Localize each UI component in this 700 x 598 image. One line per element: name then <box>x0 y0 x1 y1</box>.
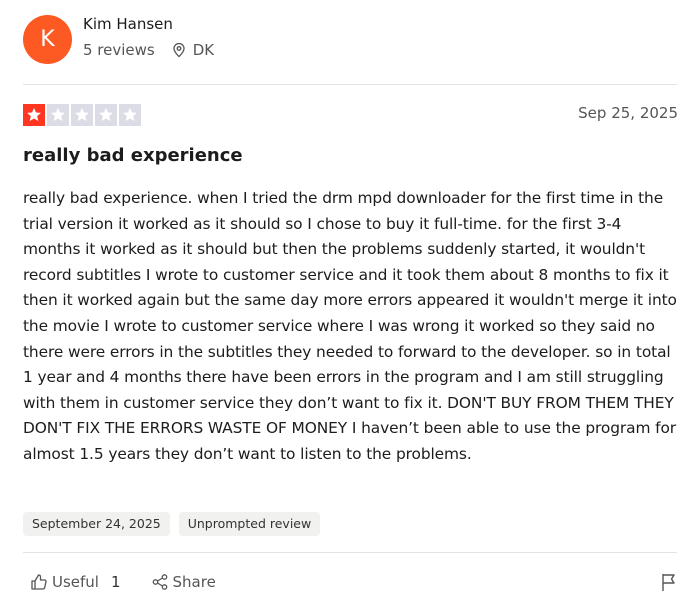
location-pin-icon <box>173 42 185 58</box>
review-tags: September 24, 2025 Unprompted review <box>23 512 329 536</box>
share-button[interactable]: Share <box>151 573 216 591</box>
star-empty <box>119 104 141 126</box>
star-empty <box>95 104 117 126</box>
thumbs-up-icon <box>31 574 47 590</box>
star-filled <box>23 104 45 126</box>
share-label: Share <box>172 573 216 591</box>
flag-icon <box>662 574 675 591</box>
experience-date-badge: September 24, 2025 <box>23 512 170 536</box>
star-rating <box>23 104 143 126</box>
share-icon <box>152 574 167 590</box>
avatar[interactable]: K <box>23 15 72 64</box>
divider <box>23 84 677 85</box>
review-date: Sep 25, 2025 <box>578 104 678 122</box>
review-actions: Useful 1 Share <box>30 573 232 591</box>
star-empty <box>47 104 69 126</box>
useful-button[interactable]: Useful 1 <box>30 573 135 591</box>
review-card: K Kim Hansen 5 reviews DK Sep 25, 2025 r… <box>0 0 700 598</box>
reviews-count: 5 reviews <box>83 41 155 59</box>
reviewer-name[interactable]: Kim Hansen <box>83 15 173 33</box>
star-empty <box>71 104 93 126</box>
country-code: DK <box>192 41 215 59</box>
reviewer-meta: 5 reviews DK <box>83 41 214 59</box>
useful-count: 1 <box>110 573 121 591</box>
divider <box>23 552 677 553</box>
report-flag-button[interactable] <box>660 572 678 596</box>
avatar-initial: K <box>40 27 55 52</box>
review-type-badge: Unprompted review <box>178 512 321 536</box>
reviewer-location: DK <box>171 41 214 59</box>
review-title[interactable]: really bad experience <box>23 145 243 166</box>
useful-label: Useful <box>52 573 99 591</box>
review-body: really bad experience. when I tried the … <box>23 189 677 463</box>
